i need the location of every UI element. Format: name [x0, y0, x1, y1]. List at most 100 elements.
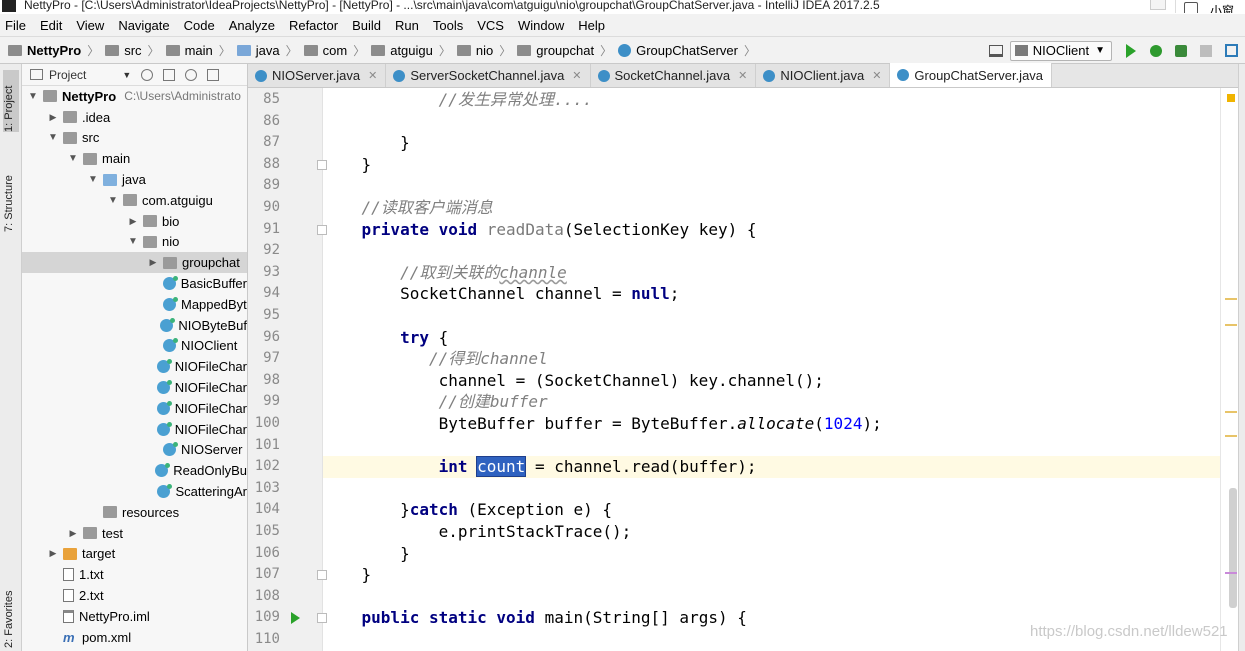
code-line[interactable] [323, 478, 1238, 500]
editor-tab[interactable]: SocketChannel.java ✕ [590, 64, 757, 87]
chevron-down-icon[interactable]: ▼ [26, 91, 40, 102]
tree-item[interactable]: ▼ main [22, 148, 247, 169]
code-editor[interactable]: 85 86 87 88 89 90 91 92 93 94 95 96 97 98 99 100 101 102 1… [248, 88, 1238, 651]
menu-item-file[interactable]: File [5, 18, 26, 33]
tree-item[interactable]: ScatteringAr [22, 481, 247, 502]
code-line[interactable]: } [323, 154, 1238, 176]
code-line[interactable]: int count = channel.read(buffer); [323, 456, 1238, 478]
tree-item[interactable]: NIOClient [22, 336, 247, 357]
breadcrumb-item[interactable]: com 〉 [303, 42, 365, 59]
breadcrumb-item[interactable]: src 〉 [105, 42, 160, 59]
code-line[interactable]: //读取客户端消息 [323, 197, 1238, 219]
code-line[interactable]: e.printStackTrace(); [323, 521, 1238, 543]
run-config-select[interactable]: NIOClient ▼ [1009, 40, 1112, 61]
code-line[interactable]: private void readData(SelectionKey key) … [323, 219, 1238, 241]
tree-item[interactable]: MappedByt [22, 294, 247, 315]
code-line[interactable] [323, 586, 1238, 608]
breadcrumb-item[interactable]: groupchat 〉 [517, 42, 612, 59]
project-panel-title[interactable]: Project [49, 68, 86, 82]
usage-marker[interactable] [1225, 324, 1237, 326]
code-line[interactable]: } [323, 564, 1238, 586]
breadcrumb-item[interactable]: java 〉 [236, 42, 298, 59]
menu-item-refactor[interactable]: Refactor [289, 18, 338, 33]
chevron-down-icon[interactable]: ▼ [46, 132, 60, 143]
minimize-icon[interactable] [1150, 0, 1166, 10]
tree-item[interactable]: ReadOnlyBu [22, 460, 247, 481]
code-line[interactable]: try { [323, 327, 1238, 349]
close-icon[interactable]: ✕ [572, 69, 581, 82]
menu-item-view[interactable]: View [76, 18, 104, 33]
editor-scrollbar[interactable] [1220, 88, 1238, 651]
editor-tab[interactable]: GroupChatServer.java [890, 63, 1053, 87]
tree-item[interactable]: NIOFileChar [22, 398, 247, 419]
tree-item[interactable]: m pom.xml [22, 627, 247, 648]
code-line[interactable]: //发生异常处理.... [323, 89, 1238, 111]
menu-item-navigate[interactable]: Navigate [118, 18, 169, 33]
build-icon[interactable] [985, 41, 1007, 61]
tab-project[interactable]: 1: Project [3, 70, 19, 132]
menu-item-window[interactable]: Window [518, 18, 564, 33]
scroll-from-source-icon[interactable] [141, 68, 154, 81]
code-line[interactable]: //取到关联的channle [323, 262, 1238, 284]
chevron-down-icon[interactable]: ▼ [66, 153, 80, 164]
chevron-right-icon[interactable]: ▶ [126, 216, 140, 227]
tree-item[interactable]: NIOFileChar [22, 419, 247, 440]
usage-marker[interactable] [1225, 411, 1237, 413]
code-line[interactable]: channel = (SocketChannel) key.channel(); [323, 370, 1238, 392]
code-line[interactable]: } [323, 132, 1238, 154]
code-line[interactable]: //得到channel [323, 348, 1238, 370]
chevron-down-icon[interactable]: ▼ [126, 236, 140, 247]
project-structure-button[interactable] [1220, 41, 1242, 61]
menu-item-vcs[interactable]: VCS [477, 18, 504, 33]
tree-item[interactable]: ▼ java [22, 169, 247, 190]
menu-item-edit[interactable]: Edit [40, 18, 62, 33]
tree-item[interactable]: NIOByteBuf [22, 315, 247, 336]
menu-item-help[interactable]: Help [578, 18, 605, 33]
tree-item[interactable]: resources [22, 502, 247, 523]
tree-item[interactable]: NettyPro.iml [22, 606, 247, 627]
tab-structure[interactable]: 7: Structure [3, 156, 19, 232]
tree-item[interactable]: 1.txt [22, 564, 247, 585]
editor-tab[interactable]: NIOClient.java ✕ [756, 64, 891, 87]
editor-tab[interactable]: ServerSocketChannel.java ✕ [386, 64, 591, 87]
code-line[interactable]: ByteBuffer buffer = ByteBuffer.allocate(… [323, 413, 1238, 435]
code-line[interactable]: SocketChannel channel = null; [323, 283, 1238, 305]
tree-item[interactable]: ▶ target [22, 544, 247, 565]
chevron-down-icon[interactable]: ▼ [86, 174, 100, 185]
tab-favorites[interactable]: 2: Favorites [3, 584, 19, 648]
tree-item[interactable]: ▼ NettyPro C:\Users\Administrato [22, 86, 247, 107]
coverage-button[interactable] [1170, 41, 1192, 61]
code-line[interactable] [323, 175, 1238, 197]
menu-item-run[interactable]: Run [395, 18, 419, 33]
tree-item[interactable]: ▼ com.atguigu [22, 190, 247, 211]
breadcrumb-item[interactable]: atguigu 〉 [371, 42, 451, 59]
code-area[interactable]: //发生异常处理.... } } //读取客户端消息 private void … [323, 88, 1238, 651]
chevron-right-icon[interactable]: ▶ [46, 112, 60, 123]
menu-item-tools[interactable]: Tools [433, 18, 463, 33]
code-line[interactable]: //创建buffer [323, 391, 1238, 413]
menu-item-build[interactable]: Build [352, 18, 381, 33]
editor-tab[interactable]: NIOServer.java ✕ [248, 64, 387, 87]
tree-item[interactable]: ▼ src [22, 128, 247, 149]
close-icon[interactable]: ✕ [368, 69, 377, 82]
code-line[interactable]: } [323, 543, 1238, 565]
chevron-right-icon[interactable]: ▶ [146, 257, 160, 268]
breadcrumb-item[interactable]: NettyPro 〉 [8, 42, 99, 59]
chevron-right-icon[interactable]: ▶ [46, 548, 60, 559]
tree-item[interactable]: ▶ test [22, 523, 247, 544]
code-line[interactable] [323, 435, 1238, 457]
stop-button[interactable] [1195, 41, 1217, 61]
tree-item[interactable]: ▶ groupchat [22, 252, 247, 274]
chevron-right-icon[interactable]: ▶ [66, 528, 80, 539]
tree-item[interactable]: BasicBuffer [22, 273, 247, 294]
hide-panel-icon[interactable] [207, 68, 220, 81]
breadcrumb-item[interactable]: nio 〉 [456, 42, 511, 59]
close-icon[interactable]: ✕ [872, 69, 881, 82]
ime-widget[interactable]: 小窗口 [1175, 0, 1245, 13]
tree-item[interactable]: NIOServer [22, 440, 247, 461]
code-line[interactable]: }catch (Exception e) { [323, 499, 1238, 521]
tree-item[interactable]: ▶ bio [22, 211, 247, 232]
usage-marker[interactable] [1225, 572, 1237, 574]
code-line[interactable] [323, 305, 1238, 327]
run-button[interactable] [1120, 41, 1142, 61]
